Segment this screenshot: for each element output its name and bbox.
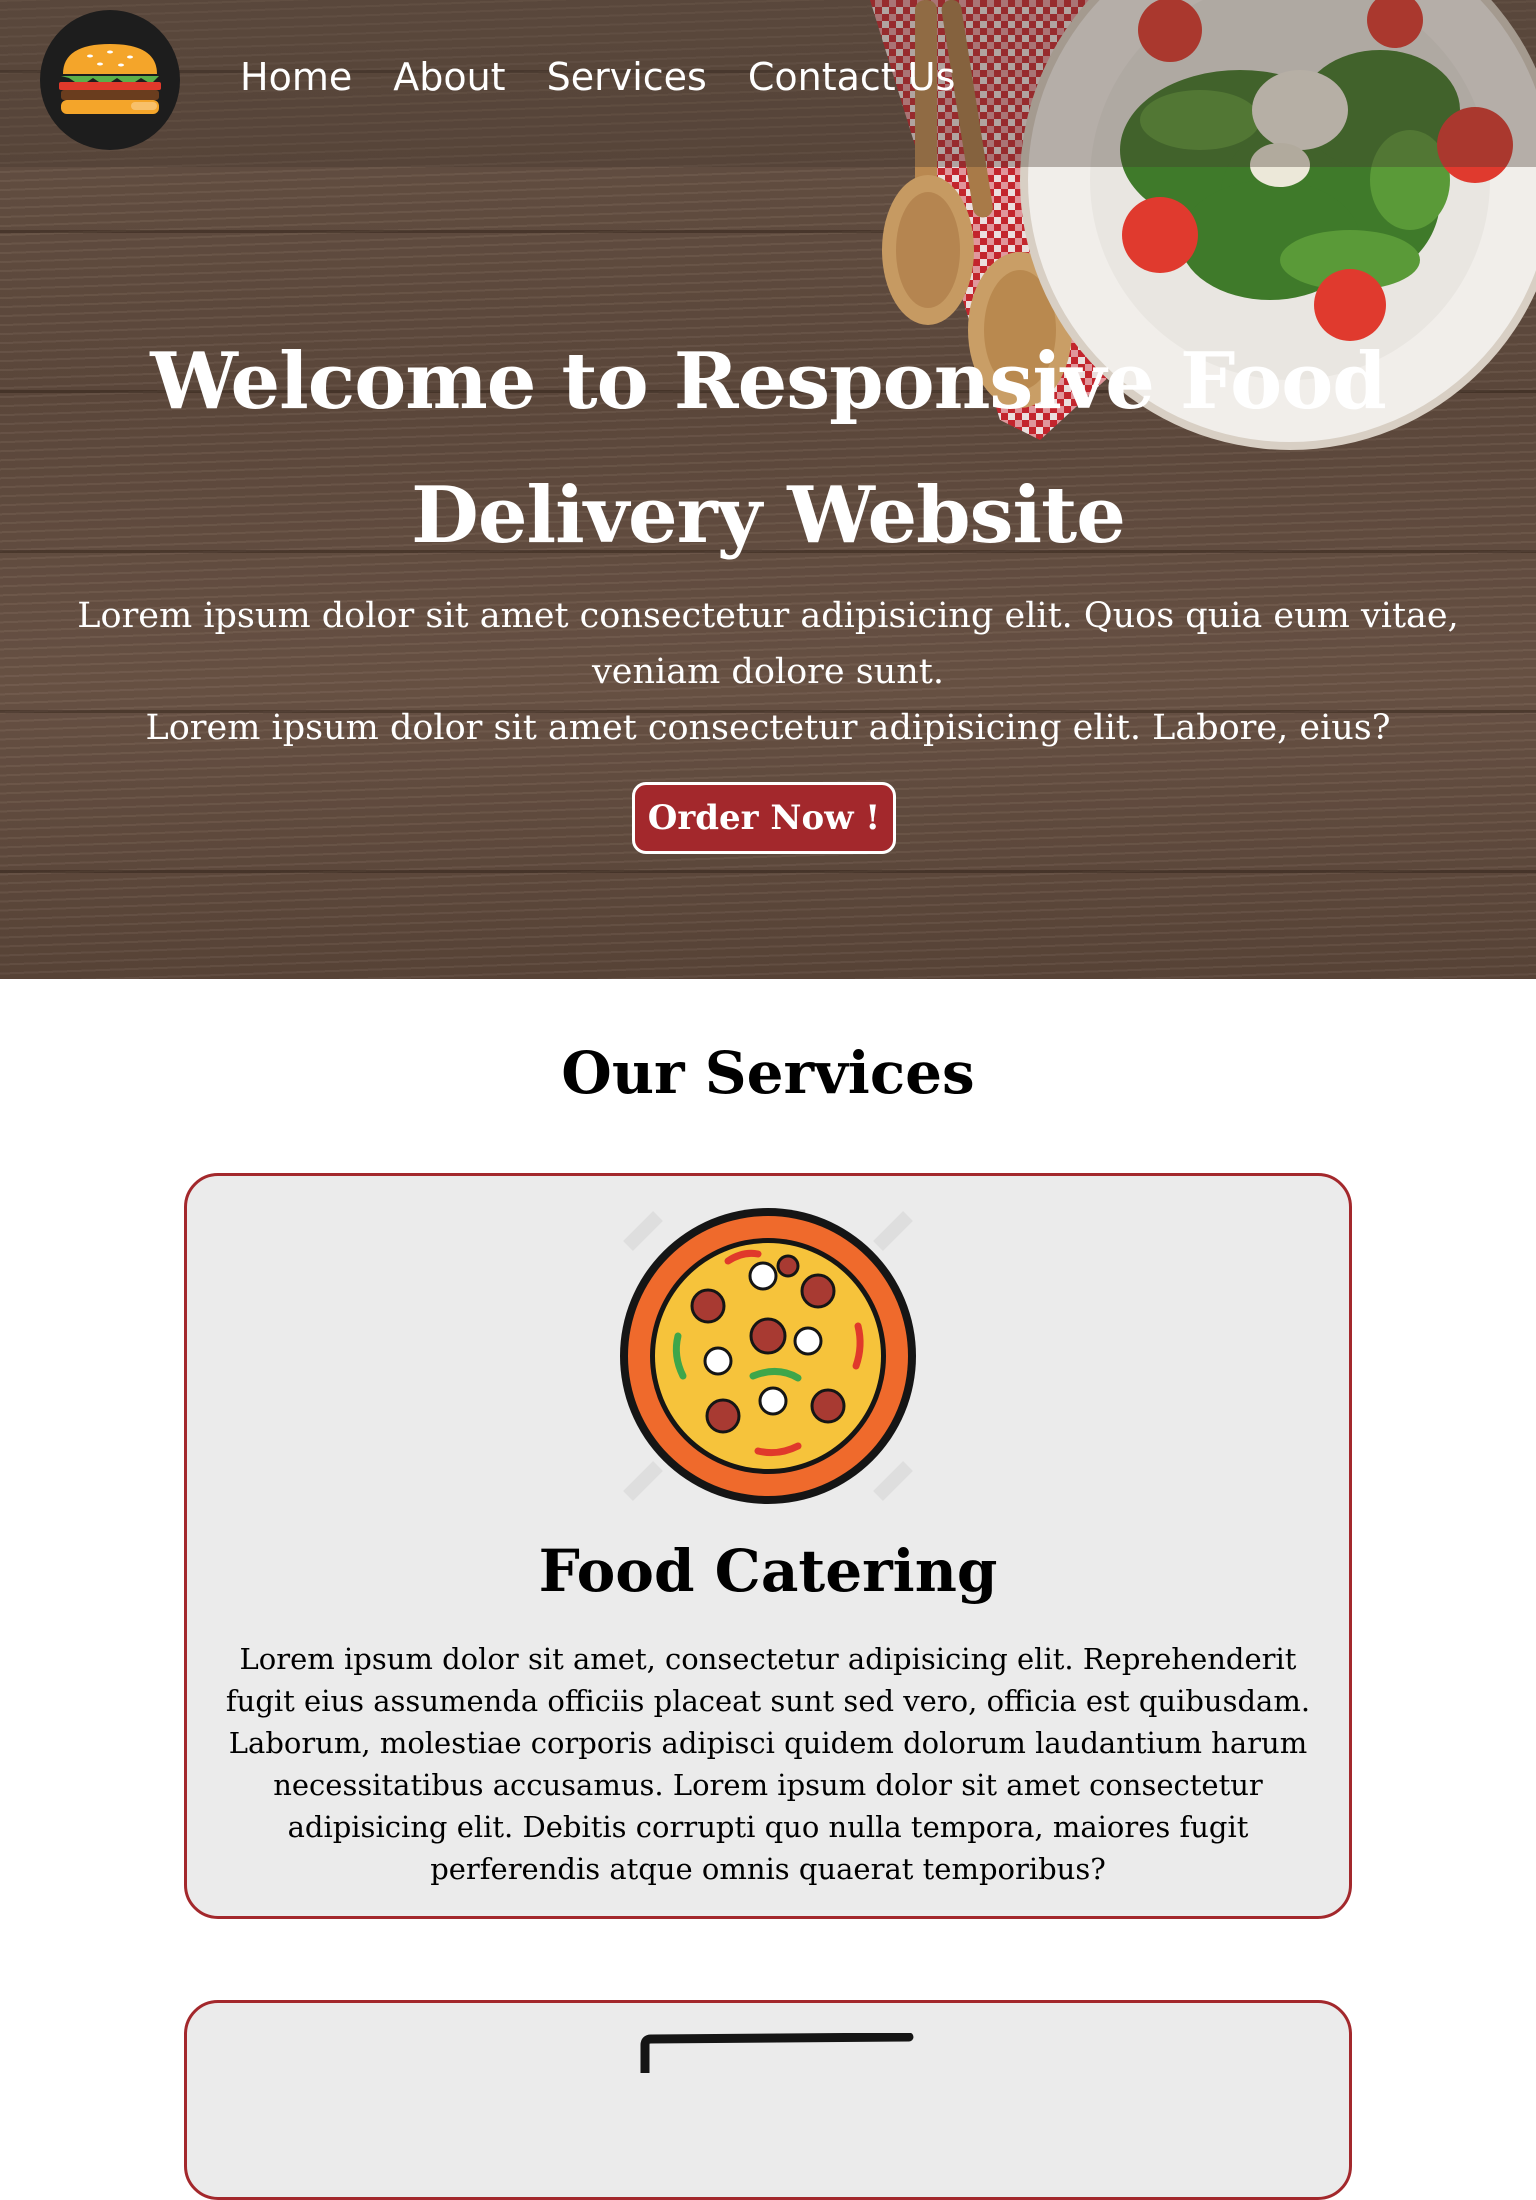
pizza-icon — [620, 1208, 916, 1504]
nav-contact-link[interactable]: Contact Us — [748, 58, 956, 96]
burger-icon — [59, 44, 161, 114]
services-heading: Our Services — [561, 1039, 975, 1107]
nav-home-link[interactable]: Home — [240, 58, 352, 96]
service-card-2 — [184, 2000, 1352, 2200]
logo[interactable] — [40, 10, 180, 150]
hero-paragraph-2: Lorem ipsum dolor sit amet consectetur a… — [145, 708, 1391, 748]
nav-about-link[interactable]: About — [393, 58, 505, 96]
card-description: Lorem ipsum dolor sit amet, consectetur … — [225, 1642, 1311, 1886]
order-now-button[interactable]: Order Now ! — [632, 782, 896, 854]
hero-paragraph-1: Lorem ipsum dolor sit amet consectetur a… — [77, 596, 1459, 692]
card-title: Food Catering — [538, 1537, 998, 1605]
hero-title: Welcome to Responsive Food Delivery Webs… — [0, 315, 1536, 583]
service-card-food-catering: Food Catering Lorem ipsum dolor sit amet… — [184, 1173, 1352, 1919]
nav-links: Home About Services Contact Us — [240, 58, 996, 96]
hero-title-line1: Welcome to Responsive Food — [150, 336, 1387, 427]
nav-services-link[interactable]: Services — [547, 58, 707, 96]
food-box-icon — [640, 2033, 914, 2073]
hero-description: Lorem ipsum dolor sit amet consectetur a… — [40, 588, 1496, 756]
top-navbar: Home About Services Contact Us — [0, 0, 1536, 167]
hero-title-line2: Delivery Website — [411, 470, 1126, 561]
hero-section: Home About Services Contact Us Welcome t… — [0, 0, 1536, 979]
